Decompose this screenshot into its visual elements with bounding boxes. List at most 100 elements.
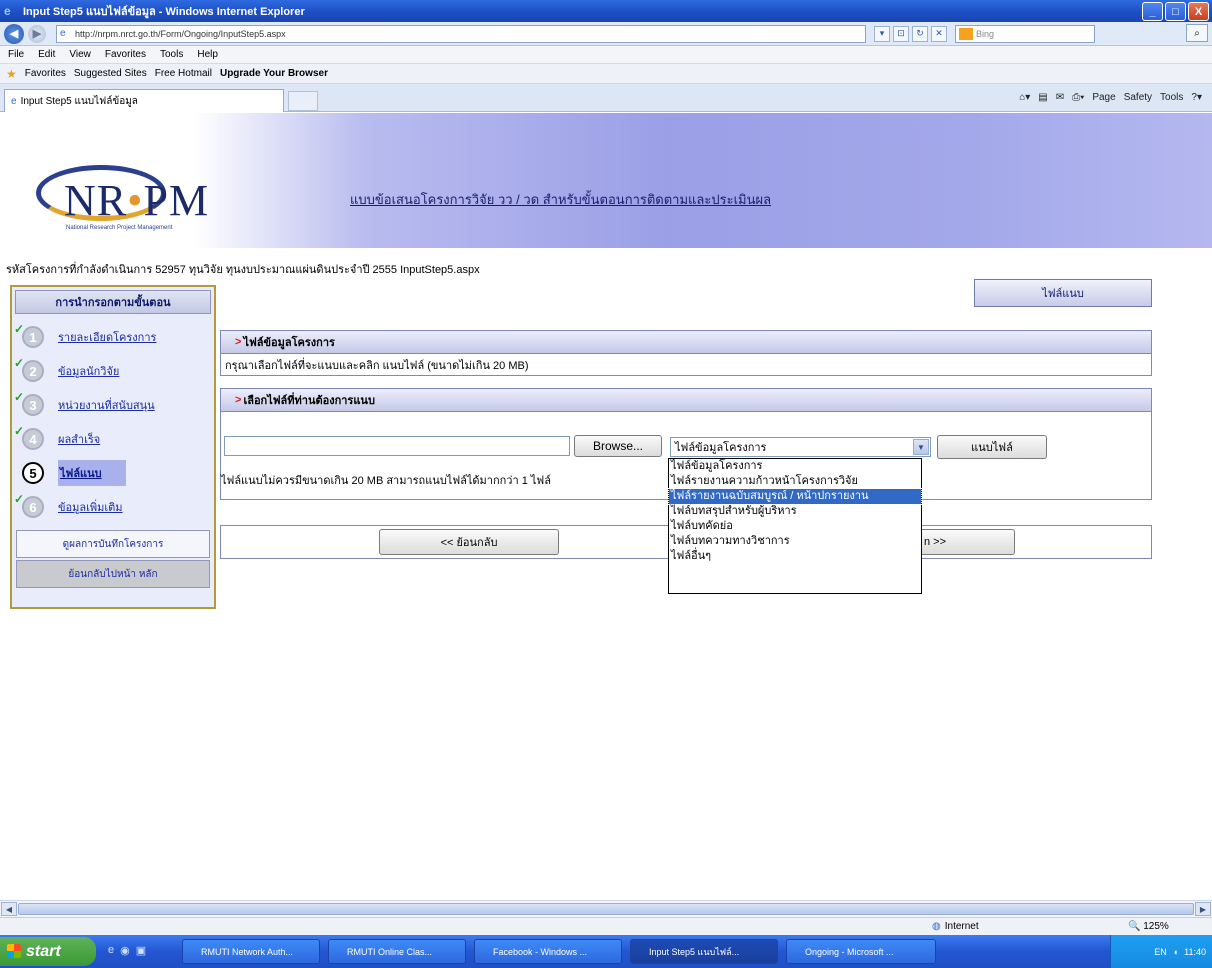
dropdown-option[interactable]: ไฟล์บทคัดย่อ <box>669 519 921 534</box>
step-label[interactable]: หน่วยงานที่สนับสนุน <box>58 396 155 414</box>
file-type-dropdown-list: ไฟล์ข้อมูลโครงการ ไฟล์รายงานความก้าวหน้า… <box>668 458 922 594</box>
forward-nav-button[interactable]: ▶ <box>28 24 46 43</box>
upload-note: ไฟล์แนบไม่ควรมีขนาดเกิน 20 MB สามารถแนบไ… <box>221 475 551 487</box>
scroll-left-icon[interactable]: ◀ <box>1 902 17 916</box>
print-icon[interactable]: ⎙▾ <box>1072 92 1084 103</box>
step-label[interactable]: ไฟล์แนบ <box>58 460 126 486</box>
bing-icon <box>959 27 973 40</box>
menu-tools[interactable]: Tools <box>160 49 183 60</box>
back-step-button[interactable]: << ย้อนกลับ <box>379 529 559 555</box>
fav-suggested-sites[interactable]: Suggested Sites <box>74 68 147 79</box>
choose-file-section: > เลือกไฟล์ที่ท่านต้องการแนบ <box>220 388 1152 412</box>
firefox-quicklaunch-icon[interactable]: ◉ <box>120 944 130 957</box>
file-type-select[interactable]: ไฟล์ข้อมูลโครงการ ▼ <box>670 437 931 457</box>
chevron-down-icon[interactable]: ▼ <box>913 439 929 455</box>
start-button[interactable]: start <box>0 937 96 966</box>
menu-help[interactable]: Help <box>197 49 218 60</box>
dropdown-option[interactable]: ไฟล์ข้อมูลโครงการ <box>669 459 921 474</box>
ie-quicklaunch-icon[interactable]: e <box>108 944 114 957</box>
sidebar-step-1[interactable]: ✓ 1 รายละเอียดโครงการ <box>12 320 214 354</box>
step-number-icon: 5 <box>22 462 44 484</box>
back-nav-button[interactable]: ◀ <box>4 23 24 44</box>
dropdown-option[interactable]: ไฟล์บทความทางวิชาการ <box>669 534 921 549</box>
url-input[interactable]: e http://nrpm.nrct.go.th/Form/Ongoing/In… <box>56 24 866 43</box>
step-label[interactable]: ข้อมูลเพิ่มเติม <box>58 498 123 516</box>
taskbar-item-4[interactable]: Input Step5 แนบไฟล์... <box>630 939 778 964</box>
sidebar-header: การนำกรอกตามขั้นตอน <box>15 290 211 314</box>
taskbar-item-2[interactable]: RMUTI Online Clas... <box>328 939 466 964</box>
maximize-button[interactable]: □ <box>1165 2 1186 21</box>
menu-favorites[interactable]: Favorites <box>105 49 146 60</box>
horizontal-scrollbar[interactable]: ◀ ▶ <box>0 900 1212 917</box>
home-icon[interactable]: ⌂▾ <box>1019 92 1030 103</box>
taskbar-item-5[interactable]: Ongoing - Microsoft ... <box>786 939 936 964</box>
dropdown-option-highlighted[interactable]: ไฟล์รายงานฉบับสมบูรณ์ / หน้าปกรายงาน <box>668 488 922 505</box>
search-input[interactable]: Bing <box>955 24 1095 43</box>
zoom-level[interactable]: 🔍 125% <box>1128 921 1169 932</box>
project-info-line: รหัสโครงการที่กำลังดำเนินการ 52957 ทุนวิ… <box>6 264 480 276</box>
check-icon: ✓ <box>14 390 25 404</box>
check-icon: ✓ <box>14 424 25 438</box>
menu-view[interactable]: View <box>69 49 91 60</box>
refresh-icon[interactable]: ↻ <box>912 25 928 42</box>
window-titlebar: e Input Step5 แนบไฟล์ข้อมูล - Windows In… <box>0 0 1212 22</box>
sidebar-step-3[interactable]: ✓ 3 หน่วยงานที่สนับสนุน <box>12 388 214 422</box>
step-label[interactable]: ข้อมูลนักวิจัย <box>58 362 119 380</box>
banner-title[interactable]: แบบข้อเสนอโครงการวิจัย วว / วด สำหรับขั้… <box>350 189 771 210</box>
tab-ie-icon: e <box>11 95 17 107</box>
menu-edit[interactable]: Edit <box>38 49 55 60</box>
language-indicator[interactable]: EN <box>1154 947 1167 957</box>
safety-menu[interactable]: Safety <box>1124 92 1152 103</box>
logo-text: NR•PM <box>64 176 210 225</box>
check-icon: ✓ <box>14 492 25 506</box>
help-icon[interactable]: ?▾ <box>1191 92 1202 103</box>
windows-flag-icon <box>7 944 21 958</box>
favorites-button[interactable]: Favorites <box>25 68 66 79</box>
dropdown-option[interactable]: ไฟล์บทสรุปสำหรับผู้บริหาร <box>669 504 921 519</box>
dropdown-option[interactable]: ไฟล์รายงานความก้าวหน้าโครงการวิจัย <box>669 474 921 489</box>
volume-icon[interactable]: ◖ <box>1173 947 1178 957</box>
minimize-button[interactable]: _ <box>1142 2 1163 21</box>
mail-icon[interactable]: ✉ <box>1056 92 1064 103</box>
compat-view-icon[interactable]: ▾ <box>874 25 890 42</box>
attach-file-button[interactable]: แนบไฟล์ <box>937 435 1047 459</box>
new-tab-button[interactable] <box>288 91 318 111</box>
tools-menu[interactable]: Tools <box>1160 92 1183 103</box>
search-icon[interactable]: ⌕ <box>1186 24 1208 42</box>
feeds-icon[interactable]: ▤ <box>1038 92 1047 103</box>
attach-files-tab-button[interactable]: ไฟล์แนบ <box>974 279 1152 307</box>
desktop-quicklaunch-icon[interactable]: ▣ <box>136 944 146 957</box>
taskbar-item-1[interactable]: RMUTI Network Auth... <box>182 939 320 964</box>
taskbar: start e ◉ ▣ RMUTI Network Auth... RMUTI … <box>0 935 1212 968</box>
address-tools: ▾ ⊡ ↻ ✕ <box>874 25 947 42</box>
page-menu[interactable]: Page <box>1092 92 1115 103</box>
browse-button[interactable]: Browse... <box>574 435 662 457</box>
fav-free-hotmail[interactable]: Free Hotmail <box>155 68 212 79</box>
tab-input-step5[interactable]: e Input Step5 แนบไฟล์ข้อมูล <box>4 89 284 112</box>
file-path-input[interactable] <box>224 436 570 456</box>
sidebar-step-2[interactable]: ✓ 2 ข้อมูลนักวิจัย <box>12 354 214 388</box>
fav-upgrade-browser[interactable]: Upgrade Your Browser <box>220 68 328 79</box>
step-number-icon: 4 <box>22 428 44 450</box>
step-label[interactable]: รายละเอียดโครงการ <box>58 328 156 346</box>
security-zone[interactable]: ◍ Internet <box>932 921 979 932</box>
back-to-home-button[interactable]: ย้อนกลับไปหน้า หลัก <box>16 560 210 588</box>
sidebar-step-4[interactable]: ✓ 4 ผลสำเร็จ <box>12 422 214 456</box>
quick-launch: e ◉ ▣ <box>108 944 146 957</box>
taskbar-item-3[interactable]: Facebook - Windows ... <box>474 939 622 964</box>
sidebar-step-5[interactable]: 5 ไฟล์แนบ <box>12 456 214 490</box>
section-instructions: กรุณาเลือกไฟล์ที่จะแนบและคลิก แนบไฟล์ (ข… <box>220 354 1152 376</box>
sidebar-step-6[interactable]: ✓ 6 ข้อมูลเพิ่มเติม <box>12 490 214 524</box>
step-label[interactable]: ผลสำเร็จ <box>58 430 100 448</box>
clock: 11:40 <box>1184 946 1206 957</box>
favorites-star-icon: ★ <box>6 66 17 81</box>
view-saved-project-button[interactable]: ดูผลการบันทึกโครงการ <box>16 530 210 558</box>
scroll-thumb[interactable] <box>18 903 1194 915</box>
lock-icon[interactable]: ⊡ <box>893 25 909 42</box>
scroll-right-icon[interactable]: ▶ <box>1195 902 1211 916</box>
dropdown-option[interactable]: ไฟล์อื่นๆ <box>669 549 921 564</box>
menu-bar: File Edit View Favorites Tools Help <box>0 46 1212 64</box>
menu-file[interactable]: File <box>8 49 24 60</box>
close-button[interactable]: X <box>1188 2 1209 21</box>
stop-icon[interactable]: ✕ <box>931 25 947 42</box>
